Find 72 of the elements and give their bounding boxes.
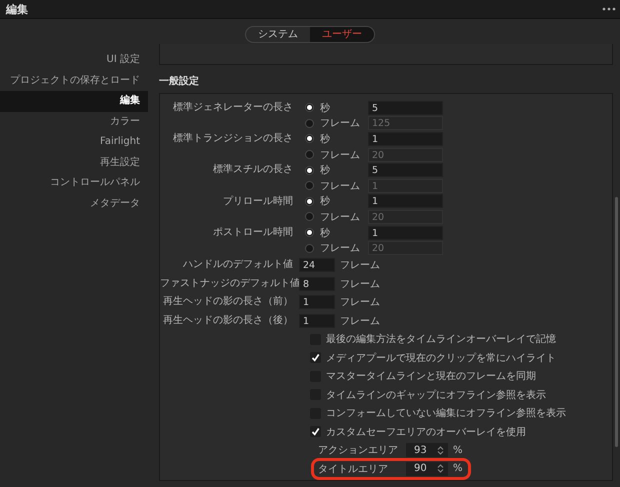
- checkbox-label: タイムラインのギャップにオフライン参照を表示: [326, 388, 546, 402]
- unit-label: %: [453, 444, 463, 456]
- checkbox-label: 最後の編集方法をタイムラインオーバーレイで記憶: [326, 332, 556, 346]
- radio-button[interactable]: [305, 196, 314, 206]
- sidebar-item[interactable]: プロジェクトの保存とロード: [0, 70, 148, 91]
- radio-label: 秒: [320, 164, 331, 178]
- setting-label: 再生ヘッドの影の長さ（前）: [162, 294, 294, 310]
- radio-label: 秒: [320, 132, 331, 146]
- setting-label: 標準スチルの長さ: [212, 162, 294, 178]
- input-field[interactable]: 8: [299, 276, 335, 291]
- checkbox-label: コンフォームしていない編集にオフライン参照を表示: [326, 406, 566, 420]
- radio-label: 秒: [320, 226, 331, 240]
- checkbox[interactable]: [310, 352, 321, 364]
- radio-button[interactable]: [305, 228, 314, 238]
- setting-label: ポストロール時間: [212, 226, 294, 240]
- radio-label: フレーム: [320, 242, 361, 256]
- radio-button[interactable]: [305, 212, 314, 222]
- radio-button[interactable]: [305, 181, 314, 190]
- number-field[interactable]: 90: [406, 462, 448, 476]
- setting-label: ハンドルのデフォルト値: [182, 258, 294, 272]
- radio-button[interactable]: [305, 134, 314, 144]
- radio-label: フレーム: [320, 180, 361, 193]
- checkbox-label: メディアプールで現在のクリップを常にハイライト: [326, 352, 556, 365]
- input-field[interactable]: 5: [368, 100, 443, 115]
- more-icon[interactable]: [602, 7, 616, 11]
- setting-label: アクションエリア: [318, 444, 399, 458]
- stepper-icon[interactable]: [437, 464, 444, 474]
- setting-label: 再生ヘッドの影の長さ（後）: [162, 314, 294, 328]
- checkbox-label: マスタータイムラインと現在のフレームを同期: [326, 370, 536, 384]
- unit-label: フレーム: [340, 278, 380, 291]
- radio-label: フレーム: [320, 117, 361, 130]
- input-field[interactable]: 1: [368, 132, 443, 146]
- radio-button[interactable]: [305, 244, 314, 253]
- sidebar-item[interactable]: カラー: [0, 112, 148, 132]
- input-field[interactable]: 1: [368, 226, 443, 240]
- setting-label: 標準トランジションの長さ: [172, 132, 294, 146]
- sidebar-item[interactable]: 編集: [0, 91, 148, 112]
- number-field[interactable]: 93: [406, 443, 448, 458]
- checkbox-label: カスタムセーフエリアのオーバーレイを使用: [326, 426, 526, 439]
- radio-label: フレーム: [320, 210, 361, 224]
- tab[interactable]: システム: [246, 27, 310, 42]
- setting-label: タイトルエリア: [318, 462, 389, 476]
- tab[interactable]: ユーザー: [310, 27, 374, 42]
- radio-label: 秒: [320, 194, 331, 208]
- section-title: 一般設定: [159, 74, 200, 89]
- radio-label: 秒: [320, 102, 331, 115]
- input-field[interactable]: 1: [299, 295, 335, 310]
- radio-label: フレーム: [320, 148, 361, 162]
- radio-button[interactable]: [305, 166, 314, 175]
- unit-label: フレーム: [340, 296, 380, 310]
- setting-label: プリロール時間: [222, 194, 294, 209]
- sidebar-item[interactable]: Fairlight: [0, 132, 148, 152]
- input-field[interactable]: 1: [368, 194, 443, 208]
- checkbox[interactable]: [310, 426, 321, 438]
- radio-button[interactable]: [305, 103, 314, 112]
- radio-button[interactable]: [305, 150, 314, 160]
- window-title: 編集: [6, 2, 28, 16]
- stepper-icon[interactable]: [437, 446, 444, 455]
- input-field[interactable]: 5: [368, 163, 443, 178]
- radio-button[interactable]: [305, 118, 314, 128]
- sidebar-item[interactable]: コントロールパネル: [0, 173, 148, 194]
- input-field[interactable]: 24: [299, 258, 335, 272]
- scrollbar[interactable]: [615, 197, 618, 447]
- sidebar-item[interactable]: メタデータ: [0, 194, 148, 214]
- input-field[interactable]: 1: [299, 314, 335, 328]
- setting-label: ファストナッジのデフォルト値: [160, 276, 299, 291]
- unit-label: フレーム: [340, 314, 380, 328]
- sidebar-item[interactable]: 再生設定: [0, 152, 148, 173]
- sidebar-item[interactable]: UI 設定: [0, 50, 148, 70]
- setting-label: 標準ジェネレーターの長さ: [172, 100, 294, 115]
- unit-label: フレーム: [340, 259, 380, 272]
- unit-label: %: [453, 463, 463, 474]
